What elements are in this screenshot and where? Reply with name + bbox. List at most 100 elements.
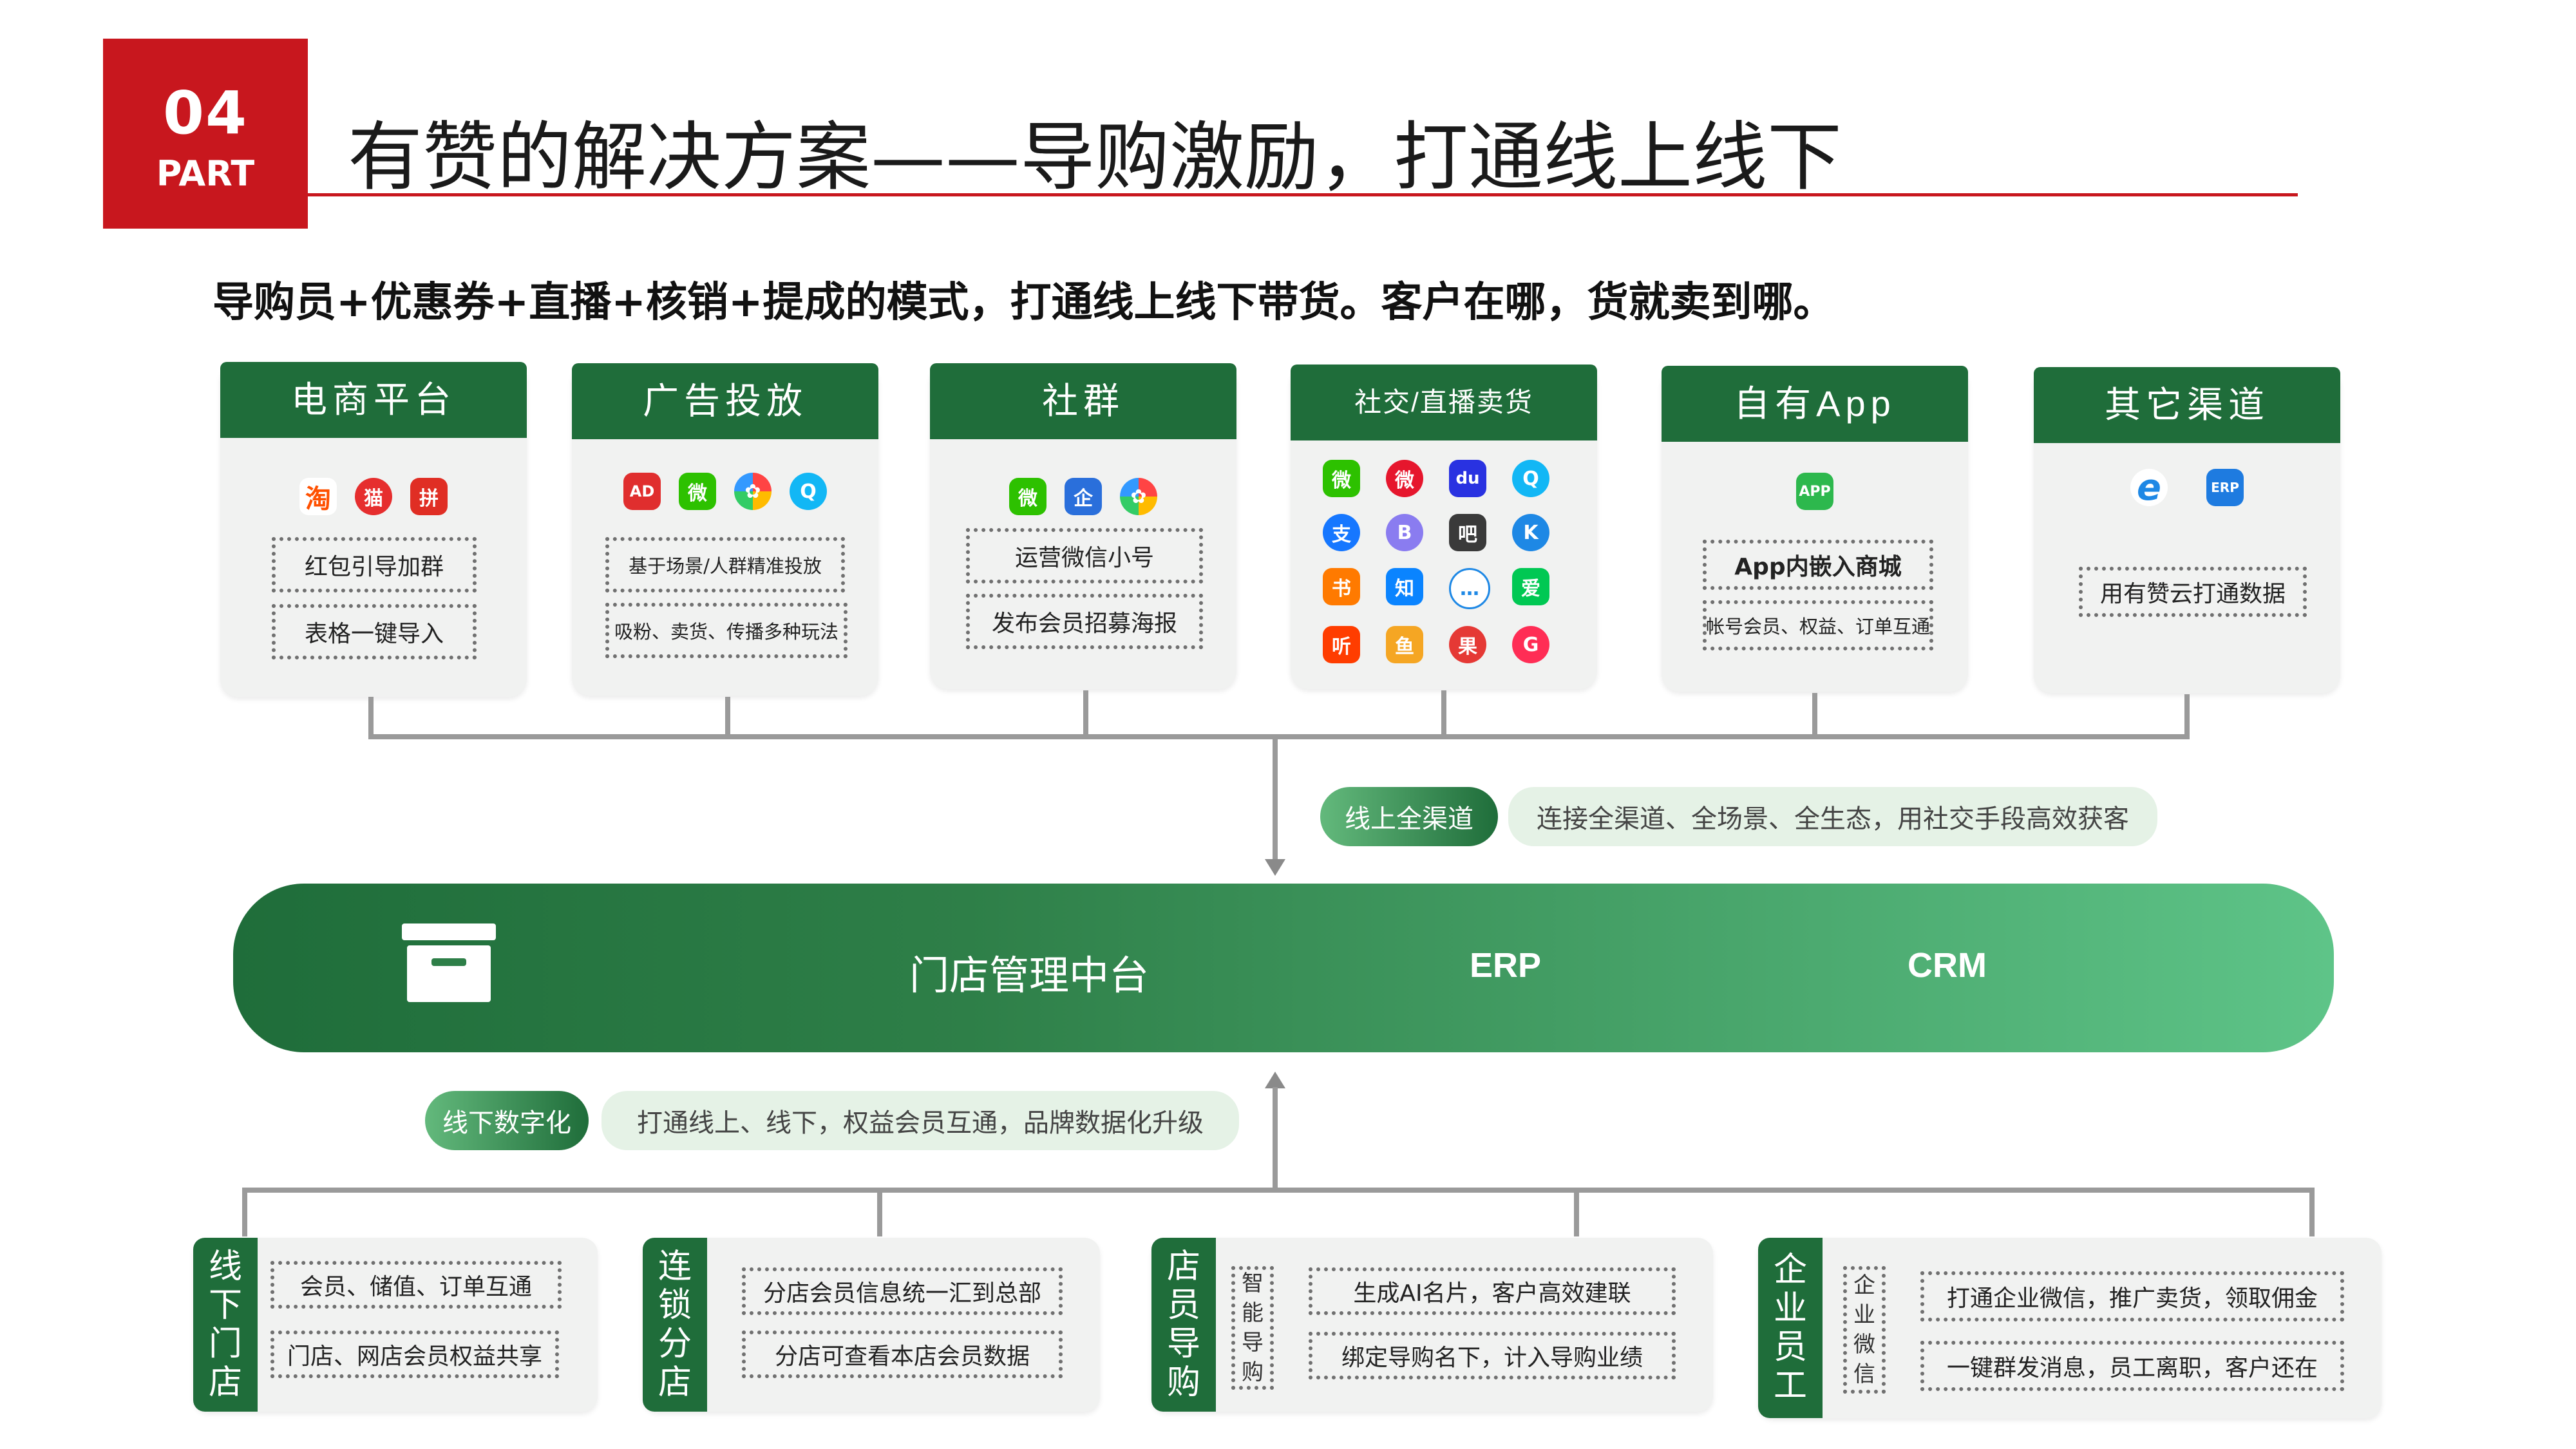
taobao-icon: 淘 — [299, 478, 337, 515]
page-title: 有赞的解决方案——导购激励，打通线上线下 — [348, 114, 1842, 201]
connector-vertical — [2184, 694, 2190, 738]
channel-feature-box: 帐号会员、权益、订单互通 — [1703, 600, 1933, 650]
offline-feature-box: 一键群发消息，员工离职，客户还在 — [1920, 1341, 2344, 1391]
offline-feature-box: 分店会员信息统一汇到总部 — [742, 1267, 1063, 1315]
title-underline — [308, 193, 2298, 196]
offline-feature-box: 分店可查看本店会员数据 — [742, 1331, 1063, 1378]
connector-vertical — [725, 697, 730, 738]
xiaohongshu-icon: 书 — [1323, 568, 1360, 605]
connector-vertical — [1273, 739, 1278, 859]
arrow-up-icon — [1265, 1072, 1285, 1088]
online-channel-desc: 连接全渠道、全场景、全生态，用社交手段高效获客 — [1508, 787, 2157, 846]
channel-feature-box: App内嵌入商城 — [1703, 540, 1933, 590]
channel-title: 社群 — [930, 363, 1236, 439]
qq-icon: Q — [790, 473, 827, 510]
channel-feature-box: 表格一键导入 — [272, 604, 477, 659]
hub-crm: CRM — [1908, 946, 1987, 985]
photo-wheel-icon: ✿ — [1120, 478, 1157, 515]
offline-card-store: 线下门店 会员、储值、订单互通 门店、网店会员权益共享 — [193, 1238, 598, 1412]
channel-feature-box: 用有赞云打通数据 — [2079, 567, 2307, 617]
part-badge: 04 PART — [103, 39, 308, 229]
archive-box-icon — [402, 923, 496, 1003]
comment-icon: … — [1449, 568, 1490, 609]
iqiyi-icon: 爱 — [1512, 568, 1549, 605]
offline-card-label: 连锁分店 — [643, 1238, 707, 1412]
arrow-down-icon — [1265, 859, 1285, 876]
wechat-icon: 微 — [679, 473, 716, 510]
offline-feature-box: 绑定导购名下，计入导购业绩 — [1309, 1332, 1676, 1379]
channel-feature-box: 吸粉、卖货、传播多种玩法 — [605, 603, 848, 658]
douyu-icon: 鱼 — [1386, 626, 1423, 663]
offline-feature-box: 生成AI名片，客户高效建联 — [1309, 1267, 1676, 1315]
offline-card-guide: 店员导购 智能导购 生成AI名片，客户高效建联 绑定导购名下，计入导购业绩 — [1151, 1238, 1713, 1412]
channel-feature-box: 基于场景/人群精准投放 — [605, 537, 845, 592]
part-number: 04 — [162, 79, 249, 147]
offline-card-employee: 企业员工 企业微信 打通企业微信，推广卖货，领取佣金 一键群发消息，员工离职，客… — [1758, 1238, 2382, 1418]
connector-vertical — [1441, 690, 1446, 738]
hub-title: 门店管理中台 — [909, 952, 1150, 999]
erp-icon: ERP — [2206, 469, 2244, 506]
social-icon-grid: 微 微 du Q 支 B 吧 K 书 知 … 爱 听 鱼 果 G — [1323, 460, 1565, 663]
wechat-icon: 微 — [1323, 460, 1360, 497]
offline-feature-box: 门店、网店会员权益共享 — [270, 1331, 559, 1378]
connector-vertical — [1083, 690, 1088, 738]
channel-feature-box: 发布会员招募海报 — [966, 594, 1203, 649]
pinduoduo-icon: 拼 — [410, 478, 448, 515]
offline-card-chain: 连锁分店 分店会员信息统一汇到总部 分店可查看本店会员数据 — [643, 1238, 1100, 1412]
channel-card-community: 社群 微 企 ✿ 运营微信小号 发布会员招募海报 — [930, 363, 1236, 689]
connector-vertical — [877, 1190, 882, 1236]
share-icon: G — [1512, 626, 1549, 663]
offline-card-label: 线下门店 — [193, 1238, 258, 1412]
channel-feature-box: 运营微信小号 — [966, 528, 1203, 583]
bilibili-icon: B — [1386, 514, 1423, 551]
connector-vertical — [1574, 1190, 1579, 1236]
channel-card-ecommerce: 电商平台 淘 猫 拼 红包引导加群 表格一键导入 — [220, 362, 527, 697]
channel-title: 自有App — [1662, 366, 1968, 442]
page-subtitle: 导购员+优惠券+直播+核销+提成的模式，打通线上线下带货。客户在哪，货就卖到哪。 — [213, 279, 1835, 327]
channel-card-own-app: 自有App APP App内嵌入商城 帐号会员、权益、订单互通 — [1662, 366, 1968, 692]
part-word: PART — [156, 153, 255, 194]
qq-icon: Q — [1512, 460, 1549, 497]
channel-feature-box: 红包引导加群 — [272, 537, 477, 592]
channel-title: 其它渠道 — [2034, 367, 2340, 443]
store-management-hub: 门店管理中台 ERP CRM — [233, 884, 2334, 1052]
wechat-icon: 微 — [1009, 478, 1046, 515]
app-icon: APP — [1796, 473, 1833, 510]
channel-title: 社交/直播卖货 — [1291, 365, 1597, 440]
connector-vertical — [2309, 1190, 2315, 1236]
tmall-icon: 猫 — [355, 478, 392, 515]
offline-digital-tag: 线下数字化 — [425, 1091, 589, 1150]
connector-horizontal — [368, 734, 2190, 739]
baidu-icon: du — [1449, 460, 1486, 497]
connector-horizontal — [242, 1188, 2315, 1193]
channel-card-ads: 广告投放 AD 微 ✿ Q 基于场景/人群精准投放 吸粉、卖货、传播多种玩法 — [572, 363, 878, 696]
offline-card-label: 店员导购 — [1151, 1238, 1216, 1412]
channel-title: 电商平台 — [220, 362, 527, 438]
zhihu-icon: 知 — [1386, 568, 1423, 605]
offline-sub-label: 智能导购 — [1231, 1266, 1274, 1390]
fruit-icon: 果 — [1449, 626, 1486, 663]
offline-digital-desc: 打通线上、线下，权益会员互通，品牌数据化升级 — [601, 1091, 1239, 1150]
connector-vertical — [1273, 1087, 1278, 1191]
offline-feature-box: 打通企业微信，推广卖货，领取佣金 — [1920, 1271, 2344, 1321]
channel-card-other: 其它渠道 e ERP 用有赞云打通数据 — [2034, 367, 2340, 693]
offline-card-label: 企业员工 — [1758, 1238, 1823, 1418]
connector-vertical — [368, 697, 374, 738]
channel-title: 广告投放 — [572, 363, 878, 439]
kuaishou-icon: K — [1512, 514, 1549, 551]
tieba-icon: 吧 — [1449, 514, 1486, 551]
connector-vertical — [242, 1190, 247, 1236]
alipay-icon: 支 — [1323, 514, 1360, 551]
weibo-icon: 微 — [1386, 460, 1423, 497]
ad-icon: AD — [623, 473, 661, 510]
ting-icon: 听 — [1323, 626, 1360, 663]
hub-erp: ERP — [1470, 946, 1542, 985]
online-channel-tag: 线上全渠道 — [1320, 787, 1498, 846]
offline-sub-label: 企业微信 — [1843, 1266, 1886, 1394]
wecom-icon: 企 — [1065, 478, 1102, 515]
offline-feature-box: 会员、储值、订单互通 — [270, 1261, 562, 1309]
ie-icon: e — [2130, 467, 2168, 509]
connector-vertical — [1812, 693, 1817, 738]
channel-card-social-live: 社交/直播卖货 微 微 du Q 支 B 吧 K 书 知 … 爱 听 鱼 果 G — [1291, 365, 1597, 689]
photo-wheel-icon: ✿ — [734, 473, 772, 510]
